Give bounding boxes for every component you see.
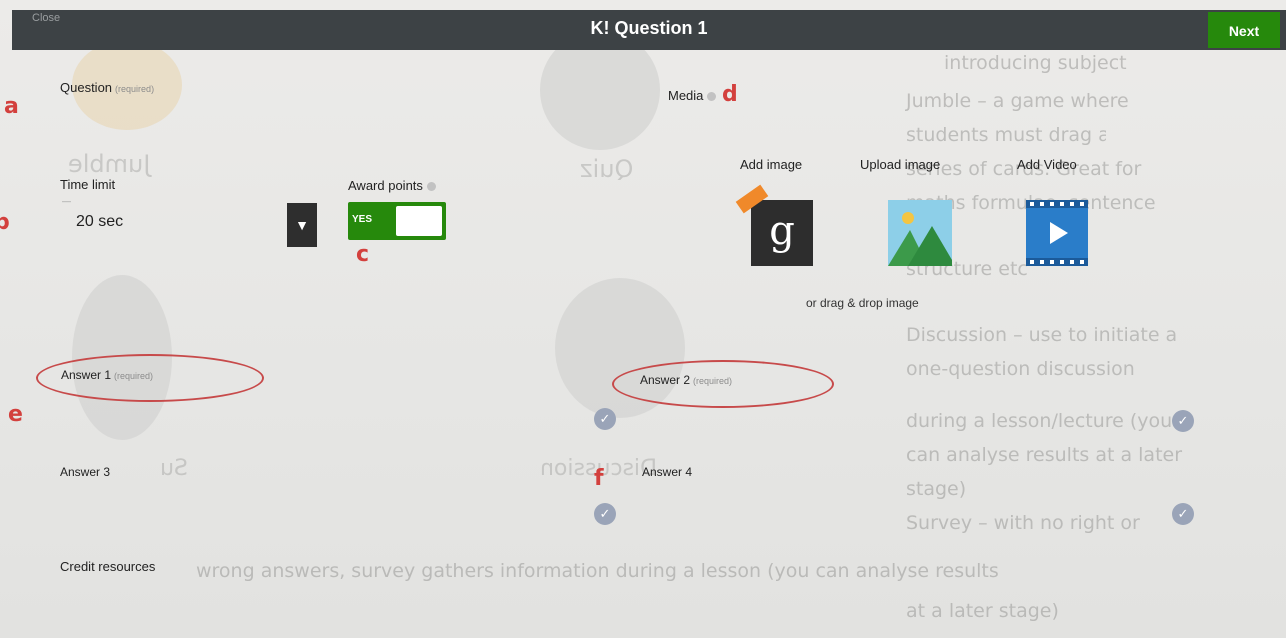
add-image-caption: Add image (740, 157, 803, 172)
info-icon[interactable] (426, 182, 436, 192)
bleed-line: Jumble – a game where (906, 90, 1129, 112)
highlight-ring (612, 360, 834, 408)
upload-image-icon[interactable] (888, 200, 952, 266)
g-icon[interactable]: g (735, 184, 813, 266)
info-icon[interactable] (707, 92, 717, 102)
bleed-su: Su (160, 456, 188, 481)
check-icon[interactable]: ✓ (594, 408, 616, 430)
question-label-text: Question (60, 80, 113, 95)
toggle-knob (396, 206, 442, 236)
bleed-line: wrong answers, survey gathers informatio… (196, 560, 999, 582)
media-label-text: Media (668, 88, 704, 103)
annotation-a: a (4, 94, 19, 119)
bleed-line: during a lesson/lecture (you (906, 410, 1173, 432)
add-video-caption: Add Video (1017, 157, 1077, 172)
drag-drop-hint: or drag & drop image (806, 296, 919, 310)
check-icon[interactable]: ✓ (1172, 503, 1194, 525)
bleed-line: stage) (906, 478, 967, 500)
award-points-label-text: Award points (348, 178, 423, 193)
award-points-label: Award points (348, 178, 436, 193)
bleed-line: one-question discussion (906, 358, 1135, 380)
question-required: (required) (115, 84, 155, 94)
add-video-icon[interactable] (1026, 200, 1088, 266)
question-label: Question (required) (60, 80, 154, 95)
upload-image-caption: Upload image (860, 157, 941, 172)
bleed-quiz: Quiz (580, 155, 634, 183)
annotation-c: c (356, 242, 370, 267)
bleed-jumble: Jumble (68, 150, 151, 178)
dropdown-arrow-icon[interactable]: ▼ (287, 203, 317, 247)
toggle-yes-label: YES (352, 214, 373, 225)
page-title: K! Question 1 (590, 18, 708, 38)
answer-4-label[interactable]: Answer 4 (642, 465, 692, 479)
bleed-line: introducing subject (944, 52, 1127, 74)
check-icon[interactable]: ✓ (594, 503, 616, 525)
bleed-line: Survey – with no right or (906, 512, 1140, 534)
bleed-line: can analyse results at a later (906, 444, 1183, 466)
credit-resources-label[interactable]: Credit resources (60, 559, 155, 574)
bleed-line: Discussion – use to initiate a (906, 324, 1178, 346)
time-limit-hint: — (62, 196, 71, 206)
answer-3-label[interactable]: Answer 3 (60, 465, 110, 479)
annotation-b: b (0, 210, 10, 235)
bleed-line: at a later stage) (906, 600, 1059, 622)
annotation-d: d (722, 82, 738, 107)
bleed-line: students must drag and drop a (906, 124, 1106, 146)
award-points-toggle[interactable]: YES (348, 202, 446, 240)
highlight-ring (36, 354, 264, 402)
time-limit-value[interactable]: 20 sec (76, 213, 123, 231)
next-button[interactable]: Next (1208, 12, 1280, 48)
time-limit-label: Time limit (60, 177, 116, 192)
annotation-e: e (8, 402, 23, 427)
check-icon[interactable]: ✓ (1172, 410, 1194, 432)
media-label: Media (668, 88, 717, 103)
top-bar: Close K! Question 1 (12, 10, 1286, 50)
annotation-f: f (594, 466, 604, 491)
